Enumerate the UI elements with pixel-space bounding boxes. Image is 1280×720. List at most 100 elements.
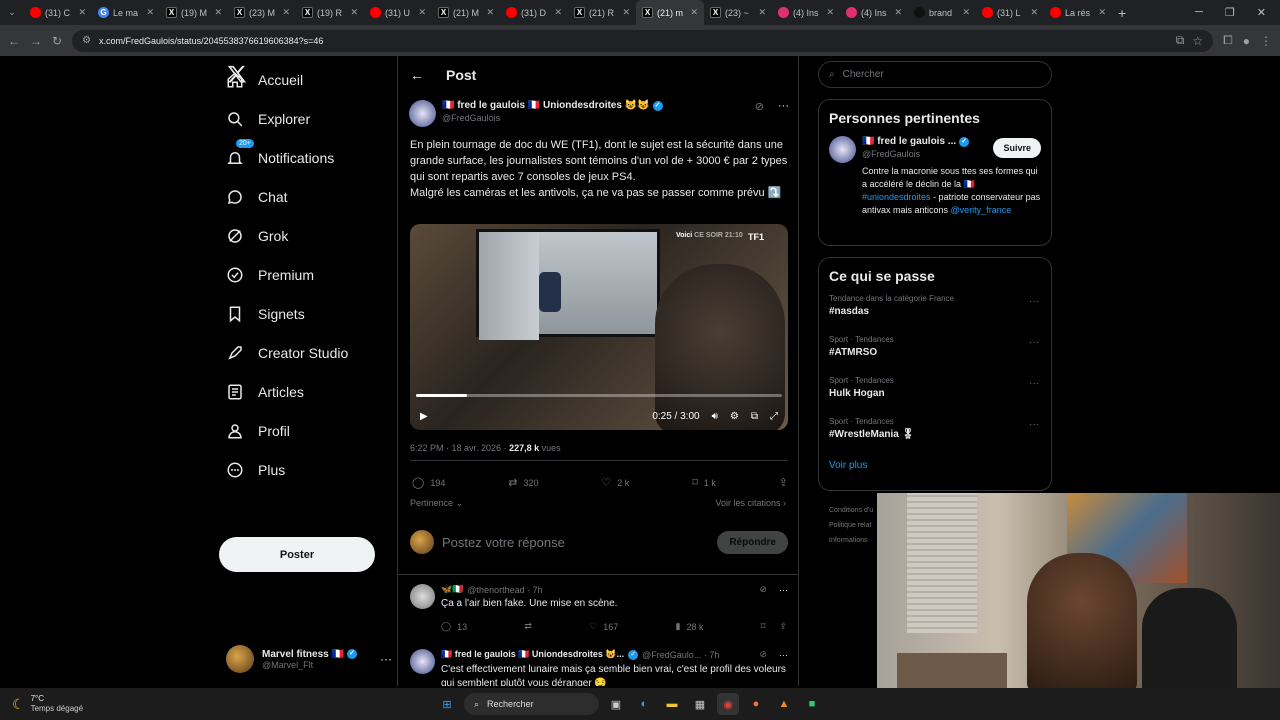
minimize-icon[interactable]: ─ [1195,6,1203,19]
tweet-author[interactable]: 🇫🇷 fred le gaulois 🇫🇷 Uniondesdroites 😺😺 [442,100,650,111]
close-tab-icon[interactable]: ✕ [622,7,630,18]
reply-author[interactable]: 🇫🇷 fred le gaulois 🇫🇷 Uniondesdroites 😺.… [441,649,624,660]
close-tab-icon[interactable]: ✕ [486,7,494,18]
mention-link[interactable]: @verity_france [951,205,1012,215]
close-tab-icon[interactable]: ✕ [826,7,834,18]
author-avatar[interactable] [409,100,436,127]
close-tab-icon[interactable]: ✕ [758,7,766,18]
tweet-timestamp[interactable]: 6:22 PM · 18 avr. 2026 · [410,443,509,453]
browser-tab[interactable]: X (21) M ✕ [432,0,500,25]
back-icon[interactable]: ← [8,34,20,48]
reply-input[interactable]: Postez votre réponse [442,535,709,550]
tweet-handle[interactable]: @FredGaulois [442,113,749,123]
reply-item[interactable]: 🦋🇮🇹 @thenorthead · 7h ⊘ ··· Ça a l'air b… [410,584,788,632]
video-scrubber[interactable] [416,394,782,397]
like-action[interactable]: ♡ 167 [589,621,618,632]
restore-icon[interactable]: ❐ [1225,6,1235,19]
more-icon[interactable]: ··· [380,652,392,666]
app-icon[interactable]: ■ [801,693,823,715]
browser-tab[interactable]: (31) C ✕ [24,0,92,25]
menu-icon[interactable]: ⋮ [1260,34,1272,48]
browser-tab[interactable]: (31) U ✕ [364,0,432,25]
reply-button[interactable]: Répondre [717,530,788,554]
more-icon[interactable]: ··· [1029,337,1039,348]
more-icon[interactable]: ··· [778,100,789,127]
new-tab-button[interactable]: + [1118,5,1126,21]
trend-item[interactable]: Tendance dans la catégorie France #nasdas… [829,294,1041,335]
firefox-icon[interactable]: ● [745,693,767,715]
store-icon[interactable]: ▦ [689,693,711,715]
share-icon[interactable]: ⇪ [779,476,788,489]
browser-tab[interactable]: X (19) R ✕ [296,0,364,25]
sidebar-item-explorer[interactable]: Explorer [212,99,392,138]
task-view-icon[interactable]: ▣ [605,693,627,715]
repost-icon[interactable]: ⇄ [524,621,532,632]
browser-tab[interactable]: X (23) ~ ✕ [704,0,772,25]
more-icon[interactable]: ··· [779,585,788,595]
account-switcher[interactable]: Marvel fitness 🇫🇷 ✓ @Marvel_Flt ··· [226,643,392,675]
grok-icon[interactable]: ⊘ [759,649,767,660]
sidebar-item-notifications[interactable]: 20+ Notifications [212,138,392,177]
site-info-icon[interactable]: ⚙ [82,35,91,46]
browser-tab[interactable]: (31) D ✕ [500,0,568,25]
tab-list-button[interactable]: ⌄ [0,7,24,18]
repost-action[interactable]: ⇄ 320 [508,476,538,489]
file-explorer-icon[interactable]: ▬ [661,693,683,715]
more-icon[interactable]: ··· [1029,378,1039,389]
browser-tab[interactable]: X (19) M ✕ [160,0,228,25]
sidebar-item-grok[interactable]: Grok [212,216,392,255]
video-player[interactable]: Voici CE SOIR 21:10 TF1 ▶ 0:25 / 3:00 🔊︎… [410,224,788,430]
see-quotes-link[interactable]: Voir les citations › [715,498,786,509]
weather-widget[interactable]: ☾ 7°C Temps dégagé [0,694,200,714]
profile-icon[interactable]: ● [1243,34,1250,48]
sidebar-item-chat[interactable]: Chat [212,177,392,216]
sidebar-item-creator-studio[interactable]: Creator Studio [212,333,392,372]
close-tab-icon[interactable]: ✕ [894,7,902,18]
extensions-icon[interactable]: ⧠ [1223,33,1233,48]
close-window-icon[interactable]: ✕ [1257,6,1266,19]
taskbar-search[interactable]: ⌕ Rechercher [464,693,599,715]
windows-start-icon[interactable]: ⊞ [436,693,458,715]
browser-tab[interactable]: brand ✕ [908,0,976,25]
close-tab-icon[interactable]: ✕ [282,7,290,18]
sidebar-item-signets[interactable]: Signets [212,294,392,333]
edge-icon[interactable]: ◐ [633,693,655,715]
follow-button[interactable]: Suivre [993,138,1041,158]
bookmark-icon[interactable]: ⌑ [761,621,766,632]
reply-action[interactable]: ◯ 13 [441,621,467,632]
more-icon[interactable]: ··· [779,650,788,660]
bookmark-star-icon[interactable]: ☆ [1192,34,1203,48]
close-tab-icon[interactable]: ✕ [962,7,970,18]
more-icon[interactable]: ··· [1029,419,1039,430]
close-tab-icon[interactable]: ✕ [146,7,154,18]
browser-tab[interactable]: (31) L ✕ [976,0,1044,25]
browser-tab[interactable]: X (21) m ✕ [636,0,704,25]
close-tab-icon[interactable]: ✕ [690,7,698,18]
close-tab-icon[interactable]: ✕ [350,7,358,18]
reply-action[interactable]: ◯ 194 [412,476,445,489]
vlc-icon[interactable]: ▲ [773,693,795,715]
avatar[interactable] [410,649,435,674]
footer-link[interactable]: Conditions d'u [829,503,873,518]
fullscreen-icon[interactable]: ⤢ [770,411,778,422]
hashtag-link[interactable]: #uniondesdroites [862,192,931,202]
pip-icon[interactable]: ⧉ [751,411,758,422]
browser-tab[interactable]: (4) Ins ✕ [840,0,908,25]
grok-icon[interactable]: ⊘ [759,584,767,595]
sidebar-item-plus[interactable]: Plus [212,450,392,489]
browser-tab[interactable]: La rés ✕ [1044,0,1112,25]
post-button[interactable]: Poster [219,537,375,572]
close-tab-icon[interactable]: ✕ [214,7,222,18]
show-more-link[interactable]: Voir plus [829,460,1041,471]
browser-tab[interactable]: X (23) M ✕ [228,0,296,25]
person-handle[interactable]: @FredGaulois [862,149,987,159]
sidebar-item-profil[interactable]: Profil [212,411,392,450]
install-icon[interactable]: ⧉ [1176,33,1185,48]
views-action[interactable]: ▮ 28 k [676,621,704,632]
browser-tab[interactable]: X (21) R ✕ [568,0,636,25]
trend-item[interactable]: Sport · Tendances #WrestleMania 🎖 ··· [829,417,1041,458]
chrome-icon[interactable]: ◉ [717,693,739,715]
share-icon[interactable]: ⇪ [779,621,787,632]
sidebar-item-premium[interactable]: Premium [212,255,392,294]
avatar[interactable] [829,136,856,163]
